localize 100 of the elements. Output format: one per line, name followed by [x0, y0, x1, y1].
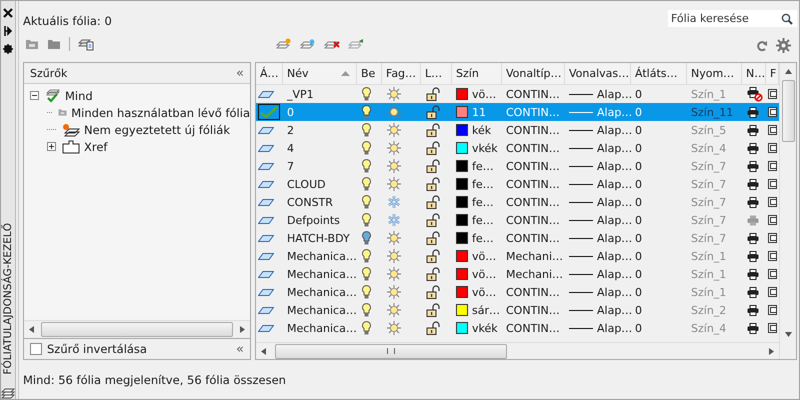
sun-icon[interactable] — [387, 285, 401, 299]
lightbulb-icon[interactable] — [362, 321, 371, 335]
padlock-icon[interactable] — [426, 159, 440, 173]
tree-item[interactable]: Minden használatban lévő fólia — [71, 106, 250, 120]
tree-item[interactable]: Nem egyeztetett új fóliák — [84, 122, 230, 136]
color-swatch[interactable] — [456, 268, 468, 280]
padlock-icon[interactable] — [426, 177, 440, 191]
collapse-toggle[interactable] — [30, 91, 39, 100]
color-swatch[interactable] — [456, 160, 468, 172]
layer-row[interactable]: 2 kék CONTIN… Alap… 0 Szín_5 — [256, 121, 779, 139]
layer-row[interactable]: _VP1 vö… CONTIN… Alap… 0 Szín_1 — [256, 85, 779, 103]
sun-icon[interactable] — [387, 249, 401, 263]
printer-icon[interactable] — [747, 286, 759, 298]
layer-row[interactable]: Mechanica… vö… Mechani… Alap… 0 Szín_1 — [256, 265, 779, 283]
printer-icon[interactable] — [747, 232, 759, 244]
refresh-icon[interactable] — [756, 40, 768, 52]
printer-icon[interactable] — [747, 322, 759, 334]
layer-states-icon[interactable] — [78, 38, 94, 50]
color-swatch[interactable] — [456, 106, 468, 118]
padlock-icon[interactable] — [426, 285, 440, 299]
lightbulb-icon[interactable] — [362, 231, 371, 245]
layer-row[interactable]: 7 fe… CONTIN… Alap… 0 Szín_7 — [256, 157, 779, 175]
padlock-icon[interactable] — [426, 321, 440, 335]
sun-icon[interactable] — [387, 141, 401, 155]
pin-icon[interactable] — [4, 26, 12, 36]
sun-icon[interactable] — [387, 159, 401, 173]
scrollbar-thumb[interactable] — [275, 344, 507, 358]
snowflake-icon[interactable] — [387, 213, 401, 227]
collapse-button[interactable]: « — [236, 66, 244, 80]
lightbulb-icon[interactable] — [362, 213, 371, 227]
search-icon[interactable] — [781, 12, 793, 24]
printer-icon[interactable] — [747, 124, 759, 136]
lightbulb-icon[interactable] — [362, 123, 371, 137]
padlock-icon[interactable] — [426, 87, 440, 101]
layer-row[interactable]: Mechanica… sár… CONTIN… Alap… 0 Szín_2 — [256, 301, 779, 319]
folder-icon[interactable] — [47, 38, 61, 50]
layer-row[interactable]: 0 11 CONTIN… Alap… 0 Szín_11 — [256, 103, 779, 121]
tree-item[interactable]: Mind — [65, 88, 93, 102]
padlock-icon[interactable] — [426, 267, 440, 281]
color-swatch[interactable] — [456, 142, 468, 154]
sun-icon[interactable] — [387, 105, 401, 119]
layer-row[interactable]: Mechanica… vö… Mechani… Alap… 0 Szín_1 — [256, 247, 779, 265]
layer-row[interactable]: Mechanica… vkék CONTIN… Alap… 0 Szín_4 — [256, 319, 779, 337]
color-swatch[interactable] — [456, 178, 468, 190]
lightbulb-icon[interactable] — [362, 177, 371, 191]
printer-icon[interactable] — [747, 142, 759, 154]
layer-row[interactable]: HATCH-BDY fe… CONTIN… Alap… 0 Szín_7 — [256, 229, 779, 247]
layer-row[interactable]: CLOUD fe… CONTIN… Alap… 0 Szín_7 — [256, 175, 779, 193]
scroll-left-icon[interactable] — [29, 326, 34, 334]
snowflake-icon[interactable] — [387, 195, 401, 209]
layer-row[interactable]: Mechanica… vö… CONTIN… Alap… 0 Szín_1 — [256, 283, 779, 301]
sun-icon[interactable] — [387, 267, 401, 281]
lightbulb-icon[interactable] — [362, 303, 371, 317]
padlock-icon[interactable] — [426, 105, 440, 119]
layer-row[interactable]: 4 vkék CONTIN… Alap… 0 Szín_4 — [256, 139, 779, 157]
printer-icon[interactable] — [747, 196, 759, 208]
padlock-icon[interactable] — [426, 303, 440, 317]
lightbulb-icon[interactable] — [362, 159, 371, 173]
color-swatch[interactable] — [456, 124, 468, 136]
color-swatch[interactable] — [456, 322, 468, 334]
sun-icon[interactable] — [387, 303, 401, 317]
padlock-icon[interactable] — [426, 123, 440, 137]
scroll-right-icon[interactable] — [769, 348, 774, 354]
sun-icon[interactable] — [387, 123, 401, 137]
color-swatch[interactable] — [456, 304, 468, 316]
lightbulb-icon[interactable] — [362, 87, 371, 101]
lightbulb-icon[interactable] — [362, 105, 371, 119]
sun-icon[interactable] — [387, 321, 401, 335]
printer-icon[interactable] — [747, 178, 759, 190]
color-swatch[interactable] — [456, 214, 468, 226]
printer-icon[interactable] — [747, 250, 759, 262]
collapse-button[interactable]: « — [236, 342, 244, 357]
color-swatch[interactable] — [456, 250, 468, 262]
scroll-up-icon[interactable] — [784, 69, 792, 74]
new-layer-icon[interactable] — [276, 38, 292, 50]
layer-row[interactable]: Defpoints fe… CONTIN… Alap… 0 Szín_7 — [256, 211, 779, 229]
lightbulb-icon[interactable] — [362, 195, 371, 209]
lightbulb-icon[interactable] — [362, 285, 371, 299]
padlock-icon[interactable] — [426, 195, 440, 209]
color-swatch[interactable] — [456, 286, 468, 298]
layer-row[interactable]: CONSTR fe… CONTIN… Alap… 0 Szín_7 — [256, 193, 779, 211]
padlock-icon[interactable] — [426, 231, 440, 245]
color-swatch[interactable] — [456, 232, 468, 244]
expand-toggle[interactable] — [47, 142, 56, 151]
close-icon[interactable] — [3, 8, 13, 18]
tree-item[interactable]: Xref — [84, 140, 108, 154]
new-frozen-layer-icon[interactable] — [300, 38, 316, 50]
scroll-left-icon[interactable] — [261, 348, 266, 354]
scrollbar-thumb[interactable] — [41, 322, 233, 338]
padlock-icon[interactable] — [426, 213, 440, 227]
scroll-down-icon[interactable] — [784, 332, 792, 337]
printer-icon[interactable] — [747, 304, 759, 316]
lightbulb-icon[interactable] — [362, 141, 371, 155]
scroll-right-icon[interactable] — [240, 326, 245, 334]
printer-icon[interactable] — [747, 268, 759, 280]
printer-icon[interactable] — [747, 160, 759, 172]
set-current-icon[interactable] — [348, 38, 364, 50]
color-swatch[interactable] — [456, 196, 468, 208]
sun-icon[interactable] — [387, 177, 401, 191]
padlock-icon[interactable] — [426, 141, 440, 155]
